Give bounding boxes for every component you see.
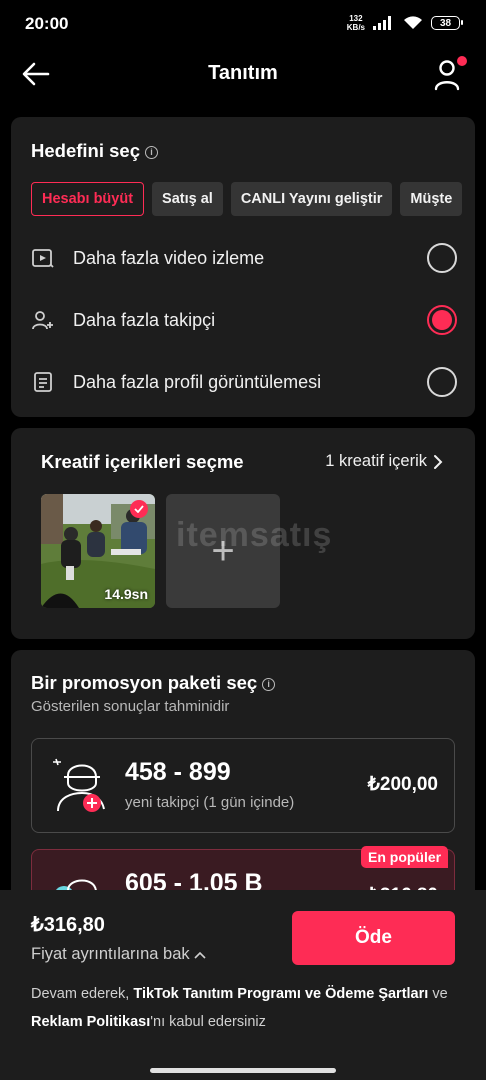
top-bar: Tanıtım [0, 48, 486, 100]
battery-icon: 38 [431, 16, 463, 30]
terms-link-program[interactable]: TikTok Tanıtım Programı ve Ödeme Şartlar… [133, 986, 428, 1002]
chip-boost-live[interactable]: CANLI Yayını geliştir [230, 182, 393, 216]
pay-button[interactable]: Öde [292, 911, 455, 965]
creative-card: Kreatif içerikleri seçme 1 kreatif içeri… [11, 428, 475, 639]
option-label: Daha fazla video izleme [73, 247, 265, 268]
info-icon[interactable]: i [262, 678, 276, 691]
video-thumbnail[interactable]: 14.9sn [41, 494, 155, 608]
chip-customers[interactable]: Müşte [400, 182, 463, 216]
goal-category-chips: Hesabı büyüt Satış al CANLI Yayını geliş… [31, 182, 475, 216]
page-title: Tanıtım [208, 62, 278, 84]
notification-dot [457, 56, 467, 66]
package-title: Bir promosyon paketi seç i [31, 672, 276, 694]
add-user-icon [32, 311, 53, 330]
profile-document-icon [34, 372, 52, 392]
radio-profile-views[interactable] [427, 367, 457, 397]
radio-followers[interactable] [427, 305, 457, 335]
option-label: Daha fazla takipçi [73, 309, 216, 330]
popular-badge: En popüler [361, 846, 449, 868]
checkout-footer: ₺316,80 Fiyat ayrıntılarına bak Öde Deva… [0, 890, 486, 1080]
goal-title: Hedefini seç i [31, 140, 158, 162]
selected-check-icon [130, 500, 148, 518]
status-bar: 20:00 132 KB/s 38 [0, 0, 486, 48]
package-price: ₺200,00 [367, 774, 438, 795]
signal-icon [373, 16, 391, 30]
package-description: yeni takipçi (1 gün içinde) [125, 794, 295, 811]
info-icon[interactable]: i [145, 146, 158, 159]
total-price: ₺316,80 [31, 914, 105, 936]
account-button[interactable] [432, 56, 467, 92]
status-time: 20:00 [25, 14, 69, 33]
chip-grow-account[interactable]: Hesabı büyüt [31, 182, 145, 216]
creative-count-link[interactable]: 1 kreatif içerik [325, 452, 443, 471]
option-label: Daha fazla profil görüntülemesi [73, 371, 322, 392]
option-profile-views[interactable]: Daha fazla profil görüntülemesi [31, 362, 457, 402]
price-details-link[interactable]: Fiyat ayrıntılarına bak [31, 945, 206, 964]
wifi-icon [404, 16, 422, 29]
follower-icon [53, 758, 105, 812]
radio-video-views[interactable] [427, 243, 457, 273]
package-card: Bir promosyon paketi seç i Gösterilen son… [11, 650, 475, 910]
terms-link-ad-policy[interactable]: Reklam Politikası [31, 1014, 150, 1030]
terms-text: Devam ederek, TikTok Tanıtım Programı ve… [31, 986, 448, 1030]
option-followers[interactable]: Daha fazla takipçi [31, 300, 457, 340]
goal-card: Hedefini seç i Hesabı büyüt Satış al CANL… [11, 117, 475, 417]
chip-get-sales[interactable]: Satış al [152, 182, 223, 216]
creative-title: Kreatif içerikleri seçme [41, 451, 244, 472]
package-option-1[interactable]: 458 - 899 yeni takipçi (1 gün içinde) ₺2… [31, 738, 455, 833]
package-subtitle: Gösterilen sonuçlar tahminidir [31, 698, 230, 715]
network-speed: 132 KB/s [346, 14, 365, 32]
status-indicators: 132 KB/s 38 [346, 14, 463, 32]
chevron-right-icon [434, 454, 443, 469]
video-duration: 14.9sn [104, 586, 148, 602]
chevron-up-icon [194, 951, 206, 959]
package-range: 458 - 899 [125, 758, 231, 786]
option-video-views[interactable]: Daha fazla video izleme [31, 238, 457, 278]
watermark: itemsatış [176, 516, 333, 554]
video-play-icon [32, 249, 54, 268]
home-indicator[interactable] [150, 1068, 336, 1073]
